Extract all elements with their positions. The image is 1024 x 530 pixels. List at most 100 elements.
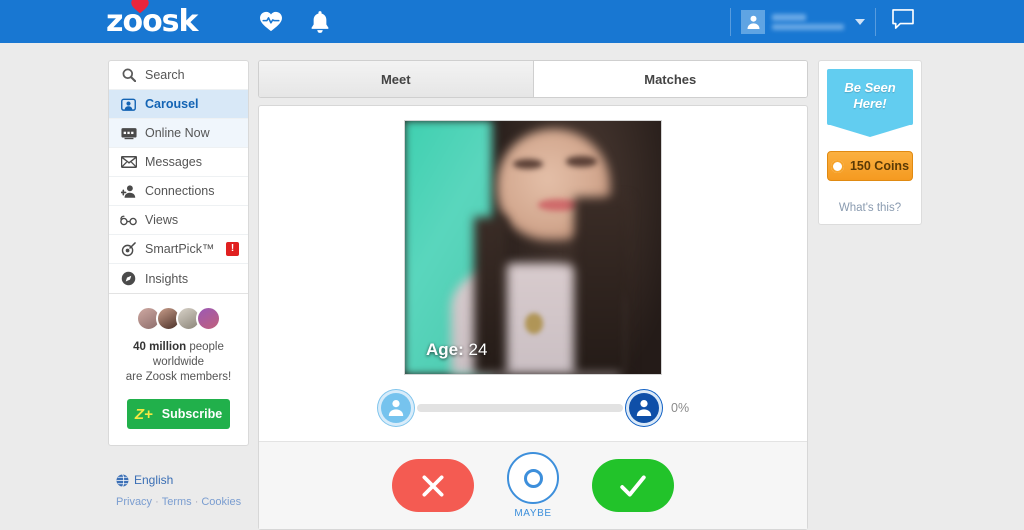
sidebar-item-label: Connections (145, 184, 215, 198)
language-selector[interactable]: English (116, 473, 276, 487)
header-user-area (730, 0, 914, 43)
sidebar-item-label: SmartPick™ (145, 242, 215, 256)
globe-icon (116, 473, 129, 487)
ribbon-line-2: Here! (853, 96, 887, 111)
envelope-icon (120, 156, 137, 168)
avatar-match (629, 393, 659, 423)
user-location-redacted (772, 23, 844, 30)
avatar (741, 9, 765, 34)
sidebar-item-search[interactable]: Search (109, 61, 248, 90)
maybe-label: MAYBE (514, 508, 552, 519)
status-badge: ! (226, 242, 239, 256)
tab-bar: Meet Matches (258, 60, 808, 98)
age-value: 24 (468, 340, 488, 359)
sidebar-item-online-now[interactable]: Online Now (109, 119, 248, 148)
photo-lips (538, 199, 580, 211)
sidebar-item-connections[interactable]: Connections (109, 177, 248, 206)
progress-percent: 0% (671, 401, 690, 415)
sidebar-item-smartpick[interactable]: SmartPick™ ! (109, 235, 248, 264)
age-overlay: Age: 24 (426, 340, 487, 360)
sidebar-item-label: Carousel (145, 97, 199, 111)
language-label: English (134, 473, 174, 487)
members-promo: 40 million people worldwide are Zoosk me… (109, 293, 248, 445)
sidebar-item-views[interactable]: Views (109, 206, 248, 235)
avatar-self (381, 393, 411, 423)
left-sidebar: Search Carousel Online Now Messages Conn… (108, 60, 249, 446)
profile-photo[interactable]: Age: 24 (404, 120, 662, 375)
age-label: Age: (426, 340, 464, 359)
zoosk-plus-mark: Z+ (134, 405, 153, 423)
action-bar: MAYBE (259, 441, 807, 529)
carousel-icon (120, 97, 137, 112)
coin-icon (830, 159, 844, 173)
progress-track[interactable] (417, 404, 623, 412)
top-header: zoosk (0, 0, 1024, 43)
terms-link[interactable]: Terms (162, 496, 192, 508)
add-person-icon (120, 184, 137, 199)
check-icon (620, 474, 646, 497)
reject-button[interactable] (392, 459, 474, 512)
chat-bubble-icon[interactable] (892, 9, 914, 34)
close-icon (422, 474, 444, 497)
tab-matches[interactable]: Matches (533, 61, 807, 97)
target-icon (120, 241, 137, 257)
circle-icon (523, 468, 543, 488)
carousel-card: Age: 24 0% MAYBE (258, 105, 808, 530)
cookies-link[interactable]: Cookies (201, 496, 241, 508)
separator: · (194, 496, 199, 508)
logo-text: zoosk (106, 4, 198, 39)
online-now-icon (120, 127, 137, 140)
heart-icon (131, 0, 149, 14)
main-content: Meet Matches Age: 24 0% MAYBE (258, 60, 808, 530)
member-avatars (119, 306, 238, 331)
sidebar-item-label: Insights (145, 271, 189, 286)
sidebar-item-label: Messages (145, 155, 202, 169)
glasses-icon (120, 215, 137, 226)
promo-text-line2: are Zoosk members! (125, 371, 232, 383)
profile-photo-area: Age: 24 (259, 120, 807, 375)
tab-meet[interactable]: Meet (259, 61, 534, 97)
member-count: 40 million (133, 341, 187, 353)
photo-eye-right (566, 156, 597, 167)
sidebar-item-label: Online Now (145, 126, 210, 140)
be-seen-banner[interactable]: Be Seen Here! (827, 69, 913, 125)
subscribe-button[interactable]: Z+ Subscribe (127, 399, 230, 429)
maybe-circle (507, 452, 559, 504)
separator: · (155, 496, 159, 508)
accept-button[interactable] (592, 459, 674, 512)
avatar (196, 306, 221, 331)
tab-label: Matches (644, 71, 697, 87)
sidebar-item-insights[interactable]: Insights (109, 264, 248, 293)
zoosk-logo[interactable]: zoosk (106, 0, 198, 39)
search-icon (120, 68, 137, 82)
header-icon-group (259, 10, 332, 33)
chevron-down-icon[interactable] (855, 18, 865, 25)
photo-pendant (525, 313, 544, 334)
footer: English Privacy · Terms · Cookies (116, 473, 276, 508)
user-menu[interactable] (731, 9, 875, 34)
username-redacted (772, 13, 806, 21)
right-rail: Be Seen Here! 150 Coins What's this? (818, 60, 922, 225)
photo-hair-strand (573, 196, 631, 374)
match-progress: 0% (381, 391, 807, 425)
sidebar-item-label: Search (145, 68, 185, 82)
sidebar-item-messages[interactable]: Messages (109, 148, 248, 177)
sidebar-item-label: Views (145, 213, 179, 227)
maybe-button[interactable]: MAYBE (507, 452, 559, 519)
sidebar-item-carousel[interactable]: Carousel (109, 90, 248, 119)
coins-label: 150 Coins (849, 159, 910, 173)
tab-label: Meet (380, 71, 411, 87)
user-identity (772, 13, 844, 30)
subscribe-label: Subscribe (161, 407, 223, 421)
compass-icon (120, 271, 137, 286)
heartbeat-icon[interactable] (259, 11, 282, 33)
buy-coins-button[interactable]: 150 Coins (827, 151, 913, 181)
bell-icon[interactable] (310, 10, 332, 33)
whats-this-link[interactable]: What's this? (827, 202, 913, 214)
legal-links: Privacy · Terms · Cookies (116, 496, 276, 508)
photo-eye-left (512, 158, 544, 170)
promo-text: 40 million people worldwide are Zoosk me… (119, 340, 238, 385)
ribbon-line-1: Be Seen (844, 80, 896, 95)
divider (875, 7, 876, 36)
privacy-link[interactable]: Privacy (116, 496, 152, 508)
